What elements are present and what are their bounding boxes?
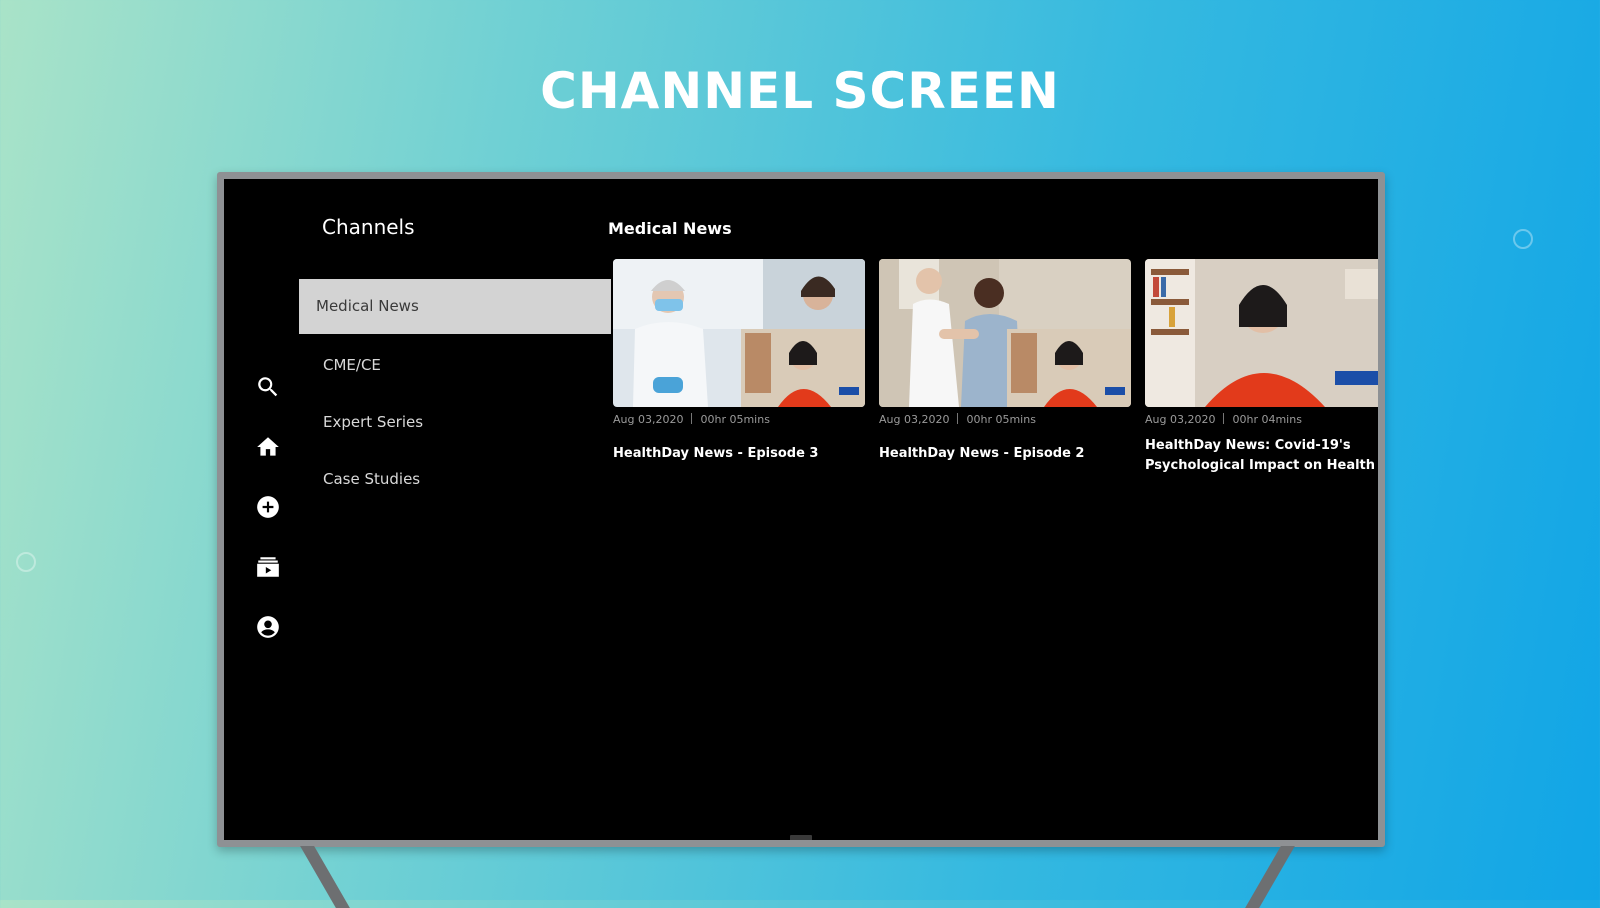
library-icon xyxy=(255,554,281,584)
decorative-circle-icon xyxy=(16,552,36,572)
channel-list: Medical News CME/CE Expert Series Case S… xyxy=(299,279,611,508)
video-card[interactable]: Aug 03,2020 00hr 05mins HealthDay News - … xyxy=(613,259,865,476)
section-title: Medical News xyxy=(608,219,732,238)
video-duration: 00hr 04mins xyxy=(1232,413,1302,426)
home-button[interactable] xyxy=(250,429,286,469)
channels-title: Channels xyxy=(322,215,415,239)
search-icon xyxy=(255,374,281,404)
account-icon xyxy=(255,614,281,644)
add-circle-icon xyxy=(255,494,281,524)
account-button[interactable] xyxy=(250,609,286,649)
tv-stand-leg xyxy=(300,846,350,908)
video-thumbnail[interactable] xyxy=(1145,259,1378,407)
decorative-circle-icon xyxy=(1513,229,1533,249)
video-meta: Aug 03,2020 00hr 05mins xyxy=(879,413,1131,426)
video-duration: 00hr 05mins xyxy=(700,413,770,426)
tv-stand-leg xyxy=(1245,846,1295,908)
video-card[interactable]: Aug 03,2020 00hr 05mins HealthDay News - … xyxy=(879,259,1131,476)
library-button[interactable] xyxy=(250,549,286,589)
video-date: Aug 03,2020 xyxy=(613,413,684,426)
video-card[interactable]: Aug 03,2020 00hr 04mins HealthDay News: C… xyxy=(1145,259,1378,476)
nav-rail xyxy=(250,369,286,669)
channel-item-case-studies[interactable]: Case Studies xyxy=(299,451,611,508)
add-button[interactable] xyxy=(250,489,286,529)
meta-divider xyxy=(957,413,959,424)
search-button[interactable] xyxy=(250,369,286,409)
page-headline: CHANNEL SCREEN xyxy=(540,62,1060,120)
channel-item-expert-series[interactable]: Expert Series xyxy=(299,394,611,451)
home-icon xyxy=(255,434,281,464)
video-thumbnail[interactable] xyxy=(879,259,1131,407)
video-date: Aug 03,2020 xyxy=(879,413,950,426)
tv-screen: Channels Medical News CME/CE Expert Seri… xyxy=(224,179,1378,840)
meta-divider xyxy=(691,413,693,424)
video-row: Aug 03,2020 00hr 05mins HealthDay News - … xyxy=(613,259,1378,476)
tv-brand-logo xyxy=(790,835,812,840)
video-date: Aug 03,2020 xyxy=(1145,413,1216,426)
video-meta: Aug 03,2020 00hr 05mins xyxy=(613,413,865,426)
meta-divider xyxy=(1223,413,1225,424)
tv-frame: Channels Medical News CME/CE Expert Seri… xyxy=(217,172,1385,847)
video-thumbnail[interactable] xyxy=(613,259,865,407)
channel-item-cme-ce[interactable]: CME/CE xyxy=(299,337,611,394)
video-title: HealthDay News - Episode 3 xyxy=(613,446,819,461)
video-title: HealthDay News: Covid-19's Psychological… xyxy=(1145,438,1376,473)
video-duration: 00hr 05mins xyxy=(966,413,1036,426)
video-title: HealthDay News - Episode 2 xyxy=(879,446,1085,461)
channel-item-medical-news[interactable]: Medical News xyxy=(299,279,611,334)
video-meta: Aug 03,2020 00hr 04mins xyxy=(1145,413,1378,426)
